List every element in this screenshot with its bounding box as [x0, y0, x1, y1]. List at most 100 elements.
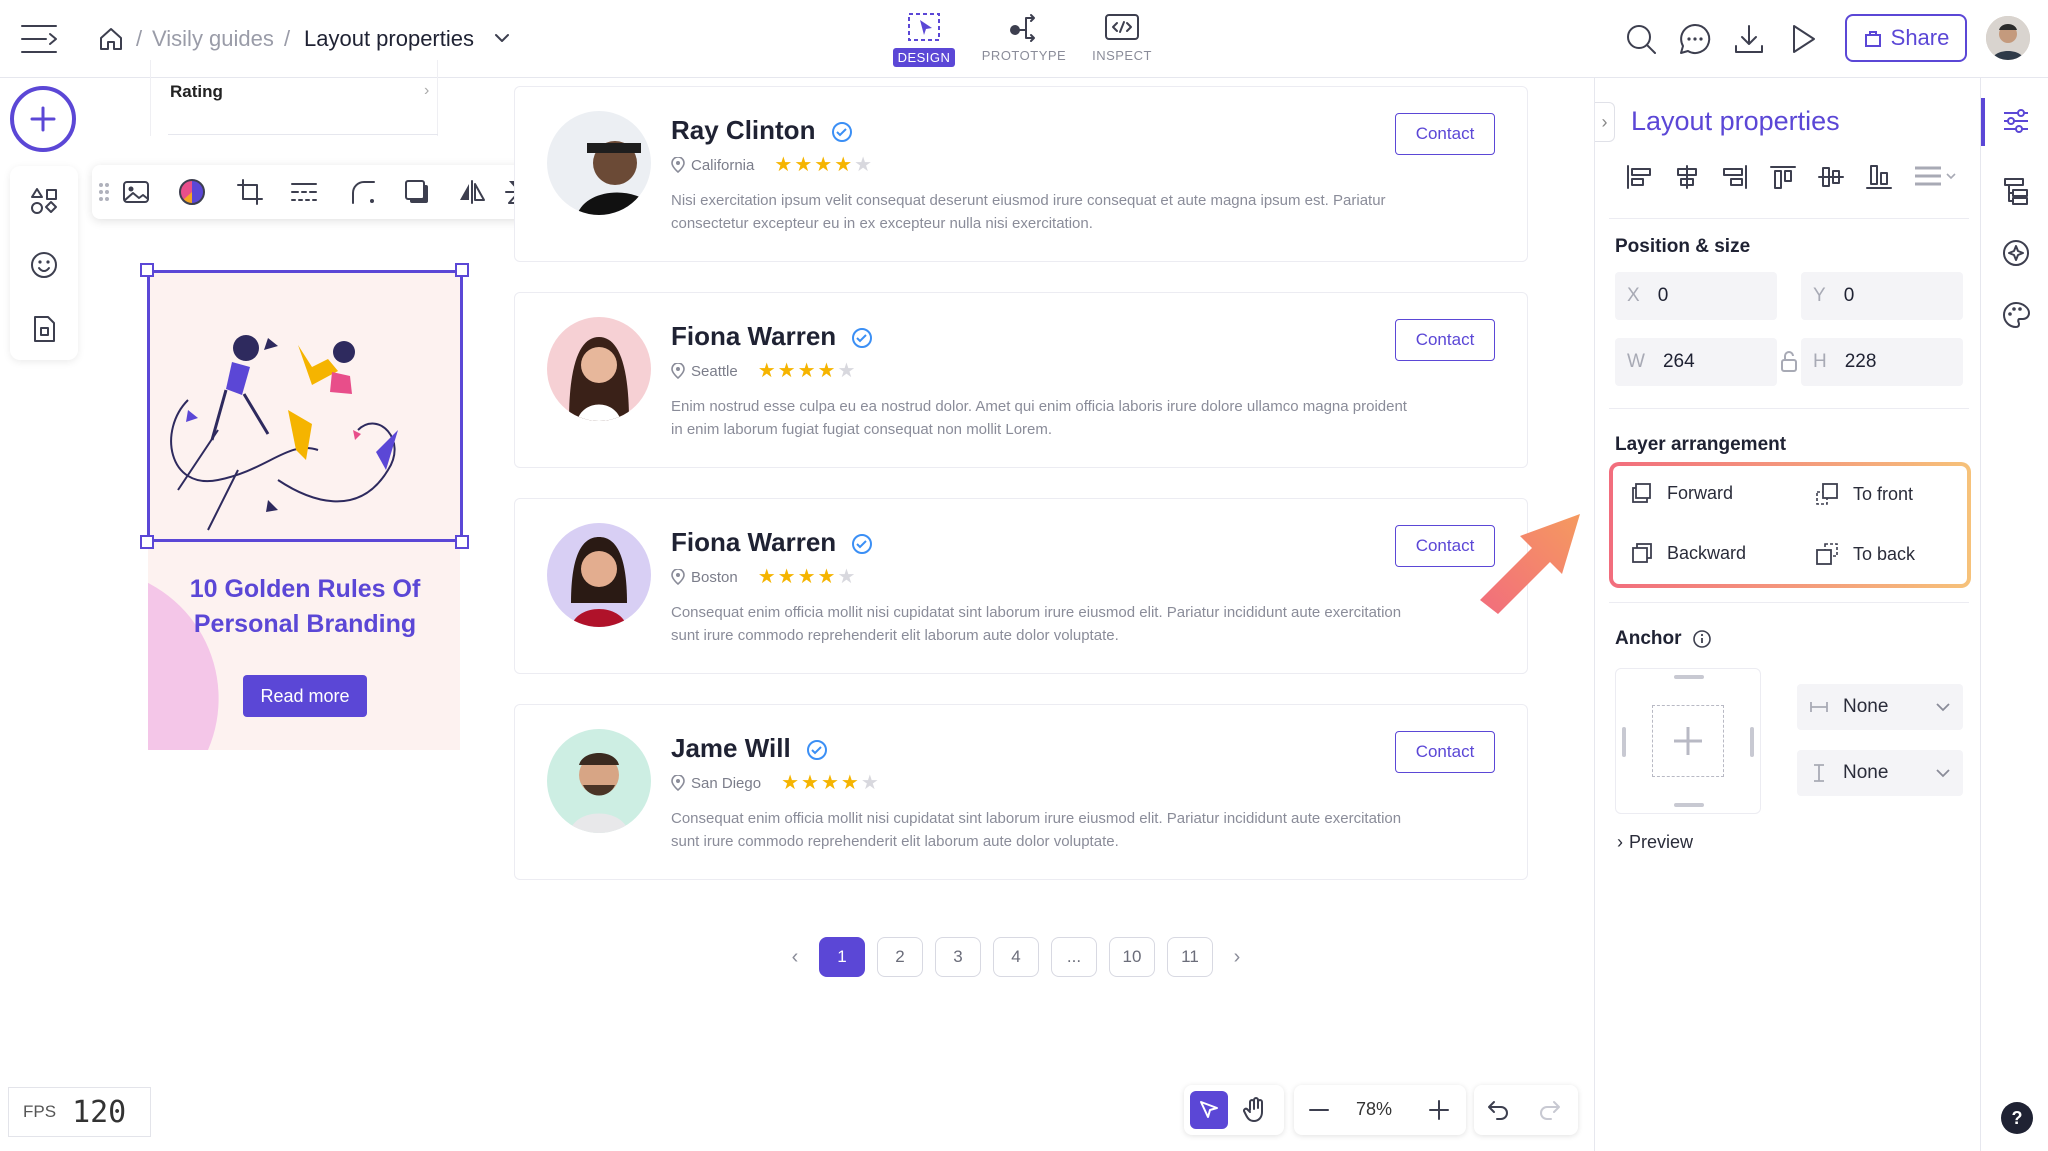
color-fill-icon[interactable] — [178, 178, 206, 206]
bring-forward-button[interactable]: Forward — [1631, 482, 1733, 504]
breadcrumb-project[interactable]: Visily guides — [152, 26, 274, 52]
tab-inspect[interactable]: INSPECT — [1076, 10, 1168, 63]
zoom-in-icon[interactable] — [1428, 1099, 1450, 1121]
anchor-bottom-handle[interactable] — [1674, 803, 1704, 807]
shadow-icon[interactable] — [404, 179, 430, 205]
height-field[interactable]: H 228 — [1801, 338, 1963, 386]
resize-handle[interactable] — [140, 535, 154, 549]
design-icon — [908, 13, 940, 41]
anchor-center[interactable] — [1652, 705, 1724, 777]
horizontal-anchor-select[interactable]: None — [1797, 684, 1963, 730]
anchor-top-handle[interactable] — [1674, 675, 1704, 679]
page-button[interactable]: 4 — [993, 937, 1039, 977]
anchor-left-handle[interactable] — [1622, 727, 1626, 757]
flip-horizontal-icon[interactable] — [458, 179, 486, 205]
crop-icon[interactable] — [236, 178, 264, 206]
anchor-widget[interactable] — [1615, 668, 1761, 814]
tab-design[interactable]: DESIGN — [878, 10, 970, 67]
corner-radius-icon[interactable] — [350, 179, 376, 205]
undo-icon[interactable] — [1484, 1097, 1510, 1123]
sliders-icon[interactable] — [2001, 106, 2031, 136]
rating-stars: ★ ★ ★ ★ ★ — [781, 772, 879, 794]
list-item: Ray Clinton California ★ ★ ★ ★ ★ Nisi exerci… — [514, 86, 1528, 262]
shapes-icon[interactable] — [29, 186, 59, 216]
align-bottom-icon[interactable] — [1865, 164, 1893, 190]
lock-ratio-icon[interactable] — [1779, 350, 1799, 374]
collapse-panel-icon[interactable]: › — [1595, 102, 1615, 142]
home-icon[interactable] — [98, 26, 124, 52]
width-field[interactable]: W 264 — [1615, 338, 1777, 386]
contact-button[interactable]: Contact — [1395, 731, 1495, 773]
page-button[interactable]: 11 — [1167, 937, 1213, 977]
contact-button[interactable]: Contact — [1395, 113, 1495, 155]
page-button[interactable]: 10 — [1109, 937, 1155, 977]
chevron-right-icon[interactable]: › — [424, 82, 429, 100]
page-button[interactable]: 3 — [935, 937, 981, 977]
horizontal-constraint-icon — [1810, 702, 1828, 712]
emoji-icon[interactable] — [29, 250, 59, 280]
align-left-icon[interactable] — [1625, 164, 1653, 190]
y-label: Y — [1813, 285, 1826, 306]
vertical-anchor-select[interactable]: None — [1797, 750, 1963, 796]
x-field[interactable]: X 0 — [1615, 272, 1777, 320]
menu-icon[interactable] — [20, 22, 58, 56]
prev-page-icon[interactable]: ‹ — [783, 946, 807, 969]
select-tool-button[interactable] — [1190, 1091, 1228, 1129]
verified-icon — [852, 534, 873, 555]
verified-icon — [852, 328, 873, 349]
chevron-down-icon[interactable] — [494, 32, 510, 44]
align-top-icon[interactable] — [1769, 164, 1797, 190]
redo-icon[interactable] — [1538, 1097, 1564, 1123]
effects-icon[interactable] — [2001, 238, 2031, 268]
search-icon[interactable] — [1624, 22, 1658, 56]
breadcrumb-separator: / — [284, 26, 291, 51]
preview-toggle[interactable]: › Preview — [1617, 832, 1693, 853]
add-button[interactable] — [10, 86, 76, 152]
help-icon[interactable]: ? — [2001, 1102, 2033, 1134]
align-center-vertical-icon[interactable] — [1817, 164, 1845, 190]
page-button[interactable]: 2 — [877, 937, 923, 977]
list-item: Fiona Warren Boston ★ ★ ★ ★ ★ Consequat enim… — [514, 498, 1528, 674]
distribute-icon[interactable] — [1913, 164, 1961, 190]
hand-icon[interactable] — [1242, 1097, 1268, 1123]
y-value: 0 — [1843, 285, 1855, 306]
align-right-icon[interactable] — [1721, 164, 1749, 190]
border-style-icon[interactable] — [290, 179, 318, 205]
highlight-arrow — [1470, 508, 1590, 618]
page-ellipsis[interactable]: ... — [1051, 937, 1097, 977]
anchor-right-handle[interactable] — [1750, 727, 1754, 757]
properties-panel: › Layout properties Position & size X 0 … — [1594, 78, 1980, 1151]
h-label: H — [1813, 351, 1827, 372]
contact-button[interactable]: Contact — [1395, 319, 1495, 361]
resize-handle[interactable] — [140, 263, 154, 277]
drag-handle-icon[interactable] — [98, 181, 110, 203]
info-icon[interactable] — [1692, 629, 1712, 649]
align-center-horizontal-icon[interactable] — [1673, 164, 1701, 190]
layers-tree-icon[interactable] — [2001, 176, 2031, 206]
resize-handle[interactable] — [455, 263, 469, 277]
zoom-controls: 78% — [1294, 1085, 1466, 1135]
next-page-icon[interactable]: › — [1225, 946, 1249, 969]
y-field[interactable]: Y 0 — [1801, 272, 1963, 320]
palette-icon[interactable] — [2001, 300, 2031, 330]
send-backward-button[interactable]: Backward — [1631, 542, 1746, 564]
page-button[interactable]: 1 — [819, 937, 865, 977]
breadcrumb-page[interactable]: Layout properties — [304, 26, 474, 52]
zoom-out-icon[interactable] — [1308, 1099, 1330, 1121]
bring-to-front-button[interactable]: To front — [1815, 482, 1913, 506]
horizontal-anchor-value: None — [1843, 696, 1889, 717]
comment-icon[interactable] — [1678, 22, 1712, 56]
tab-prototype[interactable]: PROTOTYPE — [978, 10, 1070, 63]
component-icon[interactable] — [29, 314, 59, 344]
avatar[interactable] — [1986, 16, 2030, 60]
person-name-text: Fiona Warren — [671, 527, 837, 557]
resize-handle[interactable] — [455, 535, 469, 549]
play-icon[interactable] — [1786, 22, 1820, 56]
share-button[interactable]: Share — [1845, 14, 1967, 62]
zoom-level[interactable]: 78% — [1356, 1099, 1392, 1120]
chevron-right-icon: › — [1617, 832, 1623, 852]
download-icon[interactable] — [1732, 22, 1766, 56]
read-more-button[interactable]: Read more — [243, 675, 367, 717]
image-icon[interactable] — [122, 179, 150, 205]
send-to-back-button[interactable]: To back — [1815, 542, 1915, 566]
